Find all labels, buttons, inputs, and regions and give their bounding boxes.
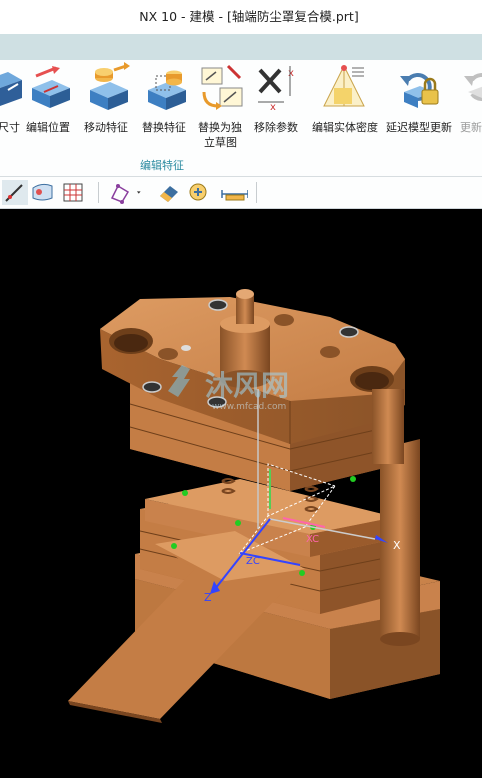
axis-zc-label: ZC — [246, 556, 260, 567]
update-label: 更新 — [460, 121, 482, 134]
toolbar-separator — [256, 182, 257, 203]
replace-sketch-icon — [201, 64, 243, 110]
move-feature-label: 移动特征 — [84, 121, 128, 134]
measure-icon[interactable] — [218, 180, 248, 205]
update-icon — [464, 73, 482, 101]
axis-x-label: X — [393, 539, 401, 552]
eraser-icon[interactable] — [156, 180, 182, 205]
graphics-viewport[interactable]: X Z XC ZC 沐风网 www.mfcad.com — [0, 209, 482, 778]
curve-icon[interactable] — [2, 180, 28, 205]
watermark-brand: 沐风网 — [205, 369, 289, 402]
snap-icon[interactable] — [108, 180, 134, 205]
surface-icon[interactable] — [30, 180, 56, 205]
replace-feature-icon — [148, 70, 186, 110]
delay-update-label: 延迟模型更新 — [386, 121, 452, 134]
dimension-label: 尺寸 — [0, 121, 20, 134]
axis-z-label: Z — [204, 591, 212, 604]
dimension-icon — [0, 72, 22, 106]
grid-icon[interactable] — [60, 180, 86, 205]
window-title: NX 10 - 建模 - [轴端防尘罩复合模.prt] — [139, 9, 359, 24]
move-feature-icon — [90, 62, 130, 110]
watermark-url: www.mfcad.com — [212, 402, 286, 412]
edit-position-icon — [32, 66, 70, 108]
edit-density-label: 编辑实体密度 — [312, 121, 378, 134]
svg-text:x: x — [270, 102, 276, 113]
delay-update-icon — [400, 73, 439, 108]
replace-feature-label: 替换特征 — [142, 121, 186, 134]
replace-sketch-label-1: 替换为独 — [198, 121, 242, 134]
ribbon-group-label: 编辑特征 — [140, 159, 184, 172]
dropdown-icon[interactable] — [136, 180, 148, 205]
edit-density-icon — [323, 64, 365, 107]
analysis-icon[interactable] — [186, 180, 212, 205]
ribbon-tab-strip — [0, 34, 482, 60]
window-title-bar: NX 10 - 建模 - [轴端防尘罩复合模.prt] — [0, 0, 482, 34]
replace-sketch-label-2: 立草图 — [204, 136, 237, 149]
secondary-toolbar — [0, 177, 482, 209]
mold-model[interactable]: X Z XC ZC 沐风网 www.mfcad.com — [0, 209, 482, 778]
remove-parameters-icon: x x — [258, 66, 294, 113]
edit-position-label: 编辑位置 — [26, 121, 70, 134]
axis-xc-label: XC — [306, 534, 319, 545]
toolbar-separator — [98, 182, 99, 203]
ribbon-panel: 尺寸 编辑位置 移动特征 替换特征 替换为独 立草图 x x 移除参数 编辑实体… — [0, 60, 482, 177]
remove-parameters-label: 移除参数 — [254, 121, 298, 134]
svg-text:x: x — [288, 68, 294, 79]
